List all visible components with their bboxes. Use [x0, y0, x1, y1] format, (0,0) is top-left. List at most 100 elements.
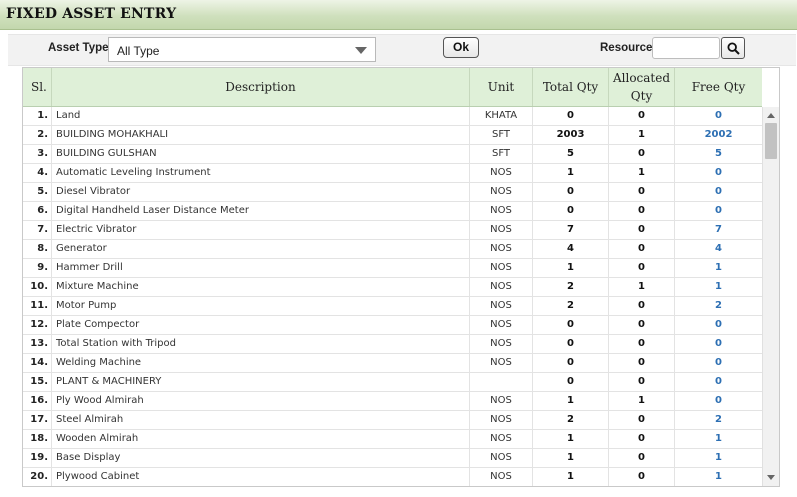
- row-sl: 5.: [23, 183, 52, 202]
- table-row[interactable]: 6. Digital Handheld Laser Distance Meter N…: [23, 202, 762, 221]
- row-unit: NOS: [470, 297, 533, 316]
- row-total-qty: 0: [533, 373, 609, 392]
- row-sl: 20.: [23, 468, 52, 486]
- row-allocated-qty: 1: [609, 164, 675, 183]
- table-header: Sl. Description Unit Total Qty Allocated…: [23, 68, 762, 107]
- row-unit: NOS: [470, 430, 533, 449]
- table-row[interactable]: 12. Plate Compector NOS 0 0 0: [23, 316, 762, 335]
- table-body: 1. Land KHATA 0 0 0 2. BUILDING MOHAKHALI SFT 200…: [23, 107, 762, 486]
- row-total-qty: 1: [533, 164, 609, 183]
- row-free-qty: 0: [715, 205, 722, 216]
- row-sl: 15.: [23, 373, 52, 392]
- table-row[interactable]: 20. Plywood Cabinet NOS 1 0 1: [23, 468, 762, 486]
- row-description: Plate Compector: [52, 316, 470, 335]
- row-description: Steel Almirah: [52, 411, 470, 430]
- row-unit: NOS: [470, 468, 533, 486]
- row-total-qty: 2003: [533, 126, 609, 145]
- col-header-total-qty: Total Qty: [533, 68, 609, 106]
- table-row[interactable]: 14. Welding Machine NOS 0 0 0: [23, 354, 762, 373]
- row-allocated-qty: 0: [609, 468, 675, 486]
- row-description: Plywood Cabinet: [52, 468, 470, 486]
- row-description: Land: [52, 107, 470, 126]
- row-description: Electric Vibrator: [52, 221, 470, 240]
- resource-input[interactable]: [652, 37, 720, 59]
- row-total-qty: 1: [533, 259, 609, 278]
- table-row[interactable]: 13. Total Station with Tripod NOS 0 0 0: [23, 335, 762, 354]
- table-row[interactable]: 15. PLANT & MACHINERY 0 0 0: [23, 373, 762, 392]
- chevron-down-icon: [355, 47, 367, 54]
- row-total-qty: 1: [533, 449, 609, 468]
- row-free-qty: 0: [715, 319, 722, 330]
- scroll-thumb[interactable]: [765, 123, 777, 159]
- row-total-qty: 1: [533, 392, 609, 411]
- col-header-allocated-qty: Allocated Qty: [609, 68, 675, 106]
- row-allocated-qty: 0: [609, 411, 675, 430]
- table-row[interactable]: 7. Electric Vibrator NOS 7 0 7: [23, 221, 762, 240]
- row-sl: 12.: [23, 316, 52, 335]
- row-unit: NOS: [470, 202, 533, 221]
- filter-bar: Asset Type All Type Ok Resource: [8, 34, 796, 66]
- row-sl: 6.: [23, 202, 52, 221]
- table-row[interactable]: 2. BUILDING MOHAKHALI SFT 2003 1 2002: [23, 126, 762, 145]
- table-row[interactable]: 1. Land KHATA 0 0 0: [23, 107, 762, 126]
- row-allocated-qty: 0: [609, 259, 675, 278]
- row-description: BUILDING MOHAKHALI: [52, 126, 470, 145]
- row-description: Mixture Machine: [52, 278, 470, 297]
- scroll-down-icon[interactable]: [767, 475, 775, 480]
- table-row[interactable]: 18. Wooden Almirah NOS 1 0 1: [23, 430, 762, 449]
- row-unit: KHATA: [470, 107, 533, 126]
- table-row[interactable]: 11. Motor Pump NOS 2 0 2: [23, 297, 762, 316]
- ok-button[interactable]: Ok: [443, 37, 479, 58]
- row-sl: 14.: [23, 354, 52, 373]
- col-header-unit: Unit: [470, 68, 533, 106]
- row-allocated-qty: 0: [609, 221, 675, 240]
- row-unit: [470, 373, 533, 392]
- row-total-qty: 0: [533, 107, 609, 126]
- asset-type-label: Asset Type: [48, 42, 109, 54]
- row-free-qty: 1: [715, 471, 722, 482]
- row-total-qty: 2: [533, 297, 609, 316]
- asset-type-select[interactable]: All Type: [108, 37, 376, 62]
- row-description: Ply Wood Almirah: [52, 392, 470, 411]
- table-row[interactable]: 9. Hammer Drill NOS 1 0 1: [23, 259, 762, 278]
- row-unit: SFT: [470, 145, 533, 164]
- table-row[interactable]: 10. Mixture Machine NOS 2 1 1: [23, 278, 762, 297]
- row-sl: 16.: [23, 392, 52, 411]
- row-free-qty: 0: [715, 110, 722, 121]
- row-unit: NOS: [470, 411, 533, 430]
- row-free-qty: 0: [715, 186, 722, 197]
- row-free-qty: 0: [715, 167, 722, 178]
- row-free-qty: 0: [715, 338, 722, 349]
- row-unit: NOS: [470, 221, 533, 240]
- row-total-qty: 0: [533, 354, 609, 373]
- table-row[interactable]: 4. Automatic Leveling Instrument NOS 1 1 0: [23, 164, 762, 183]
- row-description: Base Display: [52, 449, 470, 468]
- row-free-qty: 2002: [704, 129, 733, 140]
- row-allocated-qty: 0: [609, 145, 675, 164]
- scroll-up-icon[interactable]: [767, 113, 775, 118]
- row-sl: 3.: [23, 145, 52, 164]
- row-allocated-qty: 0: [609, 430, 675, 449]
- row-allocated-qty: 0: [609, 183, 675, 202]
- row-allocated-qty: 0: [609, 297, 675, 316]
- row-free-qty: 1: [715, 452, 722, 463]
- table-row[interactable]: 17. Steel Almirah NOS 2 0 2: [23, 411, 762, 430]
- table-row[interactable]: 19. Base Display NOS 1 0 1: [23, 449, 762, 468]
- row-unit: NOS: [470, 278, 533, 297]
- vertical-scrollbar[interactable]: [762, 107, 779, 486]
- row-sl: 19.: [23, 449, 52, 468]
- row-total-qty: 0: [533, 335, 609, 354]
- table-row[interactable]: 5. Diesel Vibrator NOS 0 0 0: [23, 183, 762, 202]
- table-row[interactable]: 16. Ply Wood Almirah NOS 1 1 0: [23, 392, 762, 411]
- row-free-qty: 4: [715, 243, 722, 254]
- search-button[interactable]: [721, 37, 745, 59]
- row-free-qty: 2: [715, 300, 722, 311]
- row-total-qty: 1: [533, 468, 609, 486]
- table-row[interactable]: 3. BUILDING GULSHAN SFT 5 0 5: [23, 145, 762, 164]
- row-unit: NOS: [470, 354, 533, 373]
- row-description: Generator: [52, 240, 470, 259]
- table-row[interactable]: 8. Generator NOS 4 0 4: [23, 240, 762, 259]
- row-description: Wooden Almirah: [52, 430, 470, 449]
- row-total-qty: 4: [533, 240, 609, 259]
- row-total-qty: 1: [533, 430, 609, 449]
